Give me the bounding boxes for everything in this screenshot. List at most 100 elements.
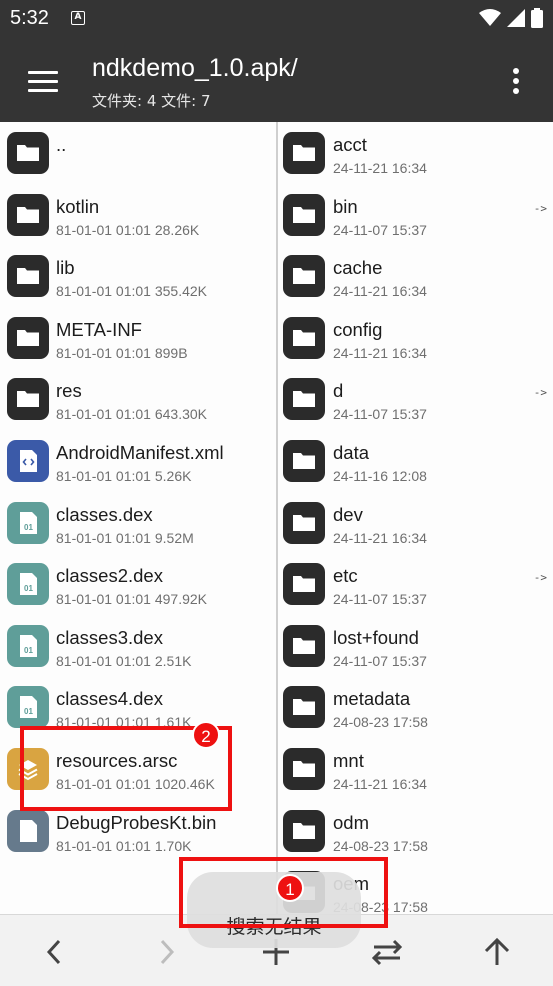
file-name: classes2.dex [56, 565, 163, 587]
file-meta: 81-01-01 01:01 497.92K [56, 591, 208, 608]
file-meta: 24-11-21 16:34 [333, 283, 427, 300]
status-icons [479, 8, 543, 28]
file-row[interactable]: resources.arsc 81-01-01 01:01 1020.46K [0, 738, 276, 800]
file-meta: 24-11-21 16:34 [333, 160, 427, 176]
file-row[interactable]: .. [0, 122, 276, 184]
file-row[interactable]: 01 classes3.dex 81-01-01 01:01 2.51K [0, 615, 276, 677]
directory-row[interactable]: bin 24-11-07 15:37 -> [278, 184, 553, 246]
file-row[interactable]: META-INF 81-01-01 01:01 899B [0, 307, 276, 369]
folder-icon [283, 255, 325, 298]
path-title: ndkdemo_1.0.apk/ [92, 54, 298, 82]
file-row[interactable]: DebugProbesKt.bin 81-01-01 01:01 1.70K [0, 800, 276, 862]
more-options-icon[interactable] [502, 64, 530, 98]
file-meta: 81-01-01 01:01 899B [56, 344, 188, 361]
folder-icon [283, 809, 325, 852]
folder-icon [7, 378, 49, 421]
folder-icon [7, 316, 49, 359]
bin-file-icon [7, 809, 49, 852]
file-row[interactable]: 01 classes2.dex 81-01-01 01:01 497.92K [0, 553, 276, 615]
parent-directory-icon[interactable] [470, 925, 524, 979]
toast-text: 搜索无结果 [226, 916, 322, 938]
directory-row[interactable]: mnt 24-11-21 16:34 [278, 738, 553, 800]
file-meta: 81-01-01 01:01 643.30K [56, 406, 208, 423]
directory-row[interactable]: acct 24-11-21 16:34 [278, 122, 553, 184]
file-name: classes4.dex [56, 688, 163, 710]
forward-icon[interactable] [139, 925, 193, 979]
file-row[interactable]: 01 classes4.dex 81-01-01 01:01 1.61K [0, 676, 276, 738]
file-name: mnt [333, 750, 364, 771]
file-name: bin [333, 195, 358, 217]
file-name: odm [333, 811, 369, 833]
file-meta: 81-01-01 01:01 5.26K [56, 468, 192, 484]
directory-row[interactable]: lost+found 24-11-07 15:37 [278, 615, 553, 677]
file-name: res [56, 380, 82, 402]
dex-file-icon: 01 [7, 624, 49, 667]
file-name: dev [333, 503, 363, 525]
symlink-indicator: -> [533, 201, 547, 215]
file-meta: 24-11-07 15:37 [333, 221, 427, 238]
file-meta: 24-11-21 16:34 [333, 776, 427, 792]
file-row[interactable]: lib 81-01-01 01:01 355.42K [0, 245, 276, 307]
directory-row[interactable]: config 24-11-21 16:34 [278, 307, 553, 369]
file-name: config [333, 318, 383, 340]
svg-text:01: 01 [24, 646, 33, 655]
file-meta: 81-01-01 01:01 1.61K [56, 714, 192, 731]
folder-icon [283, 501, 325, 544]
status-time: 5:32 [10, 7, 49, 29]
annotation-badge-2: 2 [192, 721, 220, 749]
directory-row[interactable]: odm 24-08-23 17:58 [278, 800, 553, 862]
file-meta: 81-01-01 01:01 1.70K [56, 837, 192, 854]
file-meta: 81-01-01 01:01 2.51K [56, 652, 192, 669]
annotation-badge-1: 1 [276, 874, 304, 902]
directory-row[interactable]: data 24-11-16 12:08 [278, 430, 553, 492]
root-directory-pane[interactable]: acct 24-11-21 16:34 bin 24-11-07 15:37 -> cac… [278, 122, 553, 914]
app-bar: ndkdemo_1.0.apk/ 文件夹: 4 文件: 7 [0, 38, 553, 122]
file-row[interactable]: AndroidManifest.xml 81-01-01 01:01 5.26K [0, 430, 276, 492]
directory-row[interactable]: dev 24-11-21 16:34 [278, 492, 553, 554]
file-name: classes.dex [56, 503, 153, 525]
file-meta: 81-01-01 01:01 9.52M [56, 529, 194, 546]
swap-panes-icon[interactable] [360, 925, 414, 979]
status-bar: 5:32 A [0, 0, 553, 38]
symlink-indicator: -> [533, 386, 547, 400]
file-meta: 24-08-23 17:58 [333, 837, 428, 854]
file-name: kotlin [56, 195, 100, 217]
directory-row[interactable]: metadata 24-08-23 17:58 [278, 676, 553, 738]
file-name: lib [56, 257, 75, 279]
file-name: AndroidManifest.xml [56, 442, 224, 463]
folder-icon [283, 624, 325, 667]
folder-icon [283, 440, 325, 482]
file-meta: 24-11-21 16:34 [333, 344, 427, 361]
svg-text:01: 01 [24, 584, 33, 593]
svg-text:01: 01 [24, 707, 33, 716]
file-name: d [333, 380, 344, 402]
directory-row[interactable]: etc 24-11-07 15:37 -> [278, 553, 553, 615]
file-name: DebugProbesKt.bin [56, 811, 217, 833]
file-meta: 81-01-01 01:01 355.42K [56, 283, 208, 300]
toast-message: 搜索无结果 [187, 872, 361, 948]
file-meta: 24-11-07 15:37 [333, 591, 427, 608]
file-name: cache [333, 257, 383, 279]
file-name: data [333, 442, 370, 463]
file-meta: 24-11-07 15:37 [333, 406, 427, 423]
directory-row[interactable]: cache 24-11-21 16:34 [278, 245, 553, 307]
file-row[interactable]: res 81-01-01 01:01 643.30K [0, 368, 276, 430]
file-name: .. [56, 134, 67, 155]
menu-icon[interactable] [18, 62, 60, 98]
folder-file-count: 文件夹: 4 文件: 7 [92, 92, 211, 110]
folder-icon [283, 316, 325, 359]
file-meta: 24-11-07 15:37 [333, 652, 427, 669]
file-row[interactable]: 01 classes.dex 81-01-01 01:01 9.52M [0, 492, 276, 554]
file-row[interactable]: kotlin 81-01-01 01:01 28.26K [0, 184, 276, 246]
arsc-file-icon [7, 748, 49, 790]
notification-icon: A [71, 11, 85, 25]
folder-icon [7, 255, 49, 298]
directory-row[interactable]: d 24-11-07 15:37 -> [278, 368, 553, 430]
back-icon[interactable] [28, 925, 82, 979]
apk-contents-pane[interactable]: .. kotlin 81-01-01 01:01 28.26K lib 81-01-01… [0, 122, 276, 914]
file-meta: 81-01-01 01:01 1020.46K [56, 776, 215, 792]
file-name: resources.arsc [56, 750, 178, 771]
signal-icon [507, 9, 525, 27]
symlink-indicator: -> [533, 571, 547, 585]
folder-icon [283, 132, 325, 174]
